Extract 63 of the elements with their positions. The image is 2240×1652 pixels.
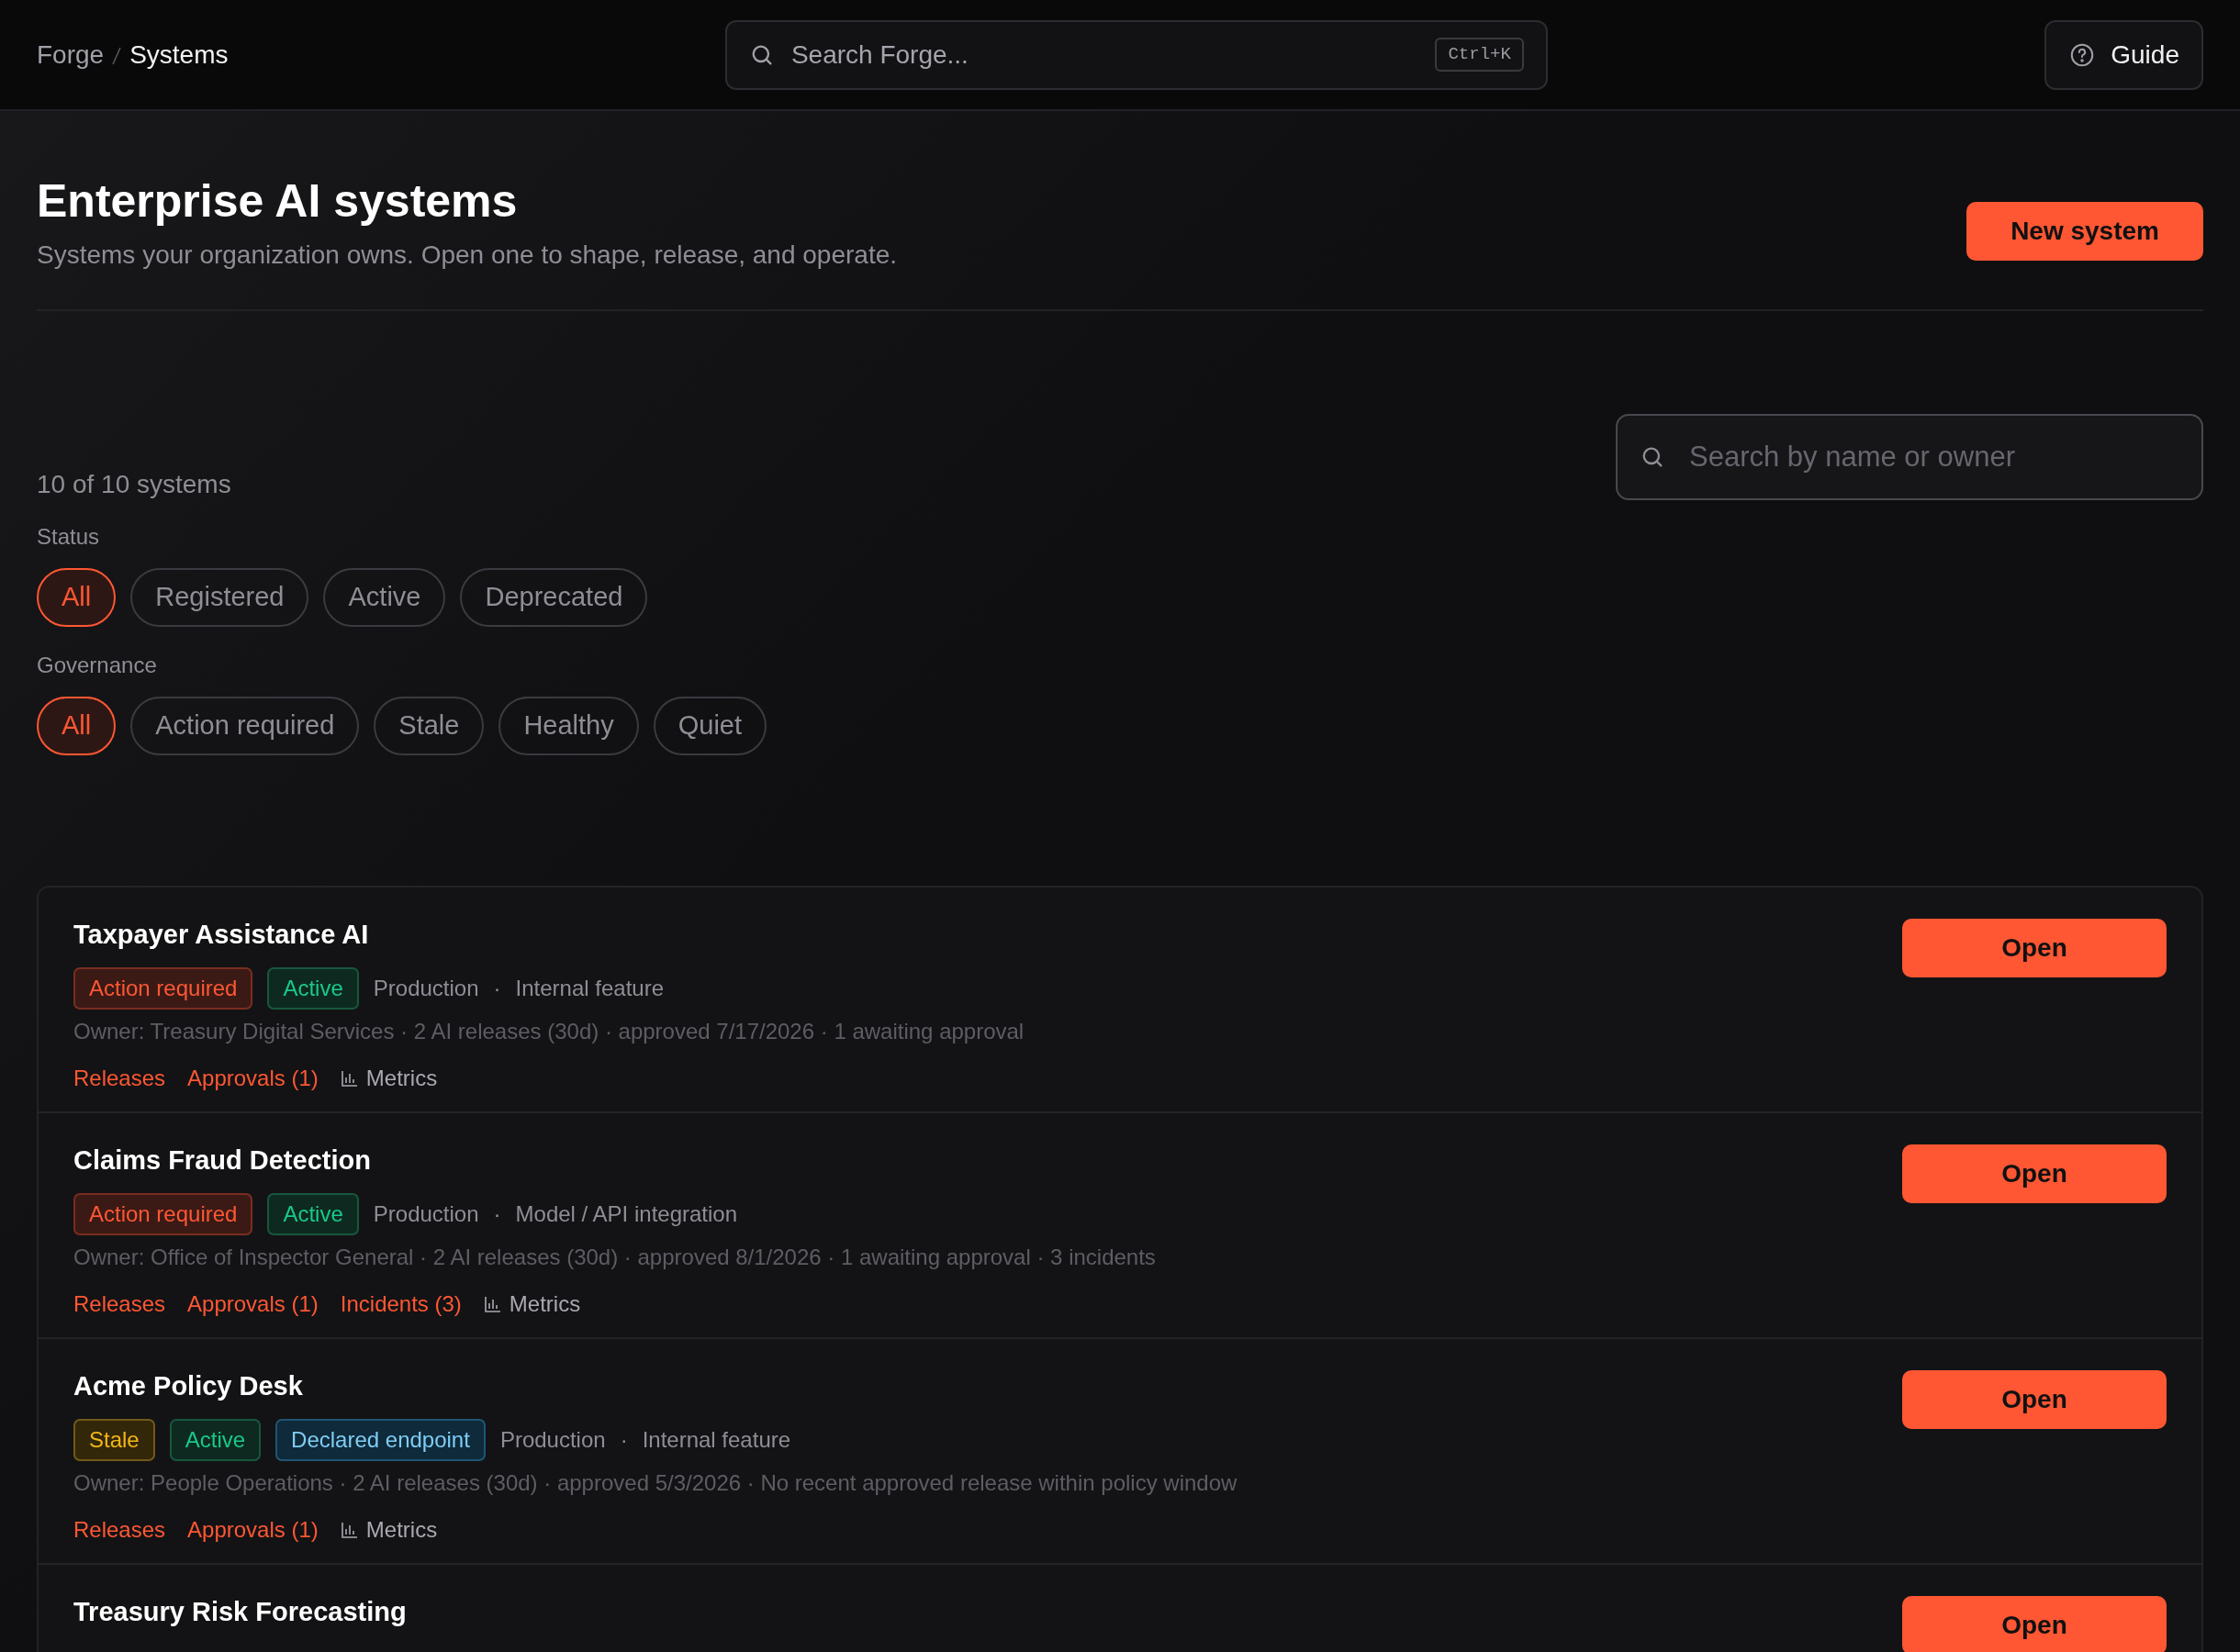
section-link[interactable]: Approvals (1) — [187, 1288, 319, 1321]
search-bar[interactable]: Search Forge... Ctrl+K — [724, 19, 1548, 90]
page-subtitle: Systems your organization owns. Open one to shape, release, and operate. — [37, 240, 897, 271]
section-link[interactable]: Releases — [73, 1513, 166, 1546]
filter-label: Governance — [37, 652, 158, 679]
system-name: Treasury Risk Forecasting — [73, 1596, 407, 1627]
detail-text: Internal feature — [642, 1426, 791, 1454]
metrics-link[interactable]: Metrics — [340, 1513, 438, 1546]
separator-dot: · — [493, 975, 501, 1002]
open-button[interactable]: Open — [1902, 1596, 2167, 1652]
status-tag: Active — [169, 1419, 262, 1461]
status-tag: Active — [267, 967, 359, 1010]
open-button[interactable]: Open — [1902, 919, 2167, 977]
bar-chart-icon — [340, 1521, 359, 1539]
filter-chip[interactable]: Active — [323, 568, 446, 627]
section-link[interactable]: Releases — [73, 1062, 166, 1095]
detail-text: Production — [373, 1200, 479, 1228]
guide-button[interactable]: Guide — [2044, 19, 2203, 90]
status-tag: Stale — [73, 1419, 155, 1461]
separator-dot: · — [620, 1426, 628, 1454]
section-link[interactable]: Incidents (3) — [340, 1288, 462, 1321]
page-title: Enterprise AI systems — [37, 174, 519, 229]
system-meta: Owner: Office of Inspector General · 2 AI releases (30d) · approved 8/1/2026 · 1 awaiting approval · 3 incidents — [73, 1244, 1156, 1271]
detail-text: Production — [373, 975, 479, 1002]
section-link[interactable]: Releases — [73, 1288, 166, 1321]
section-link[interactable]: Approvals (1) — [187, 1513, 319, 1546]
status-tag: Active — [267, 1193, 359, 1235]
system-meta: Owner: Treasury Digital Services · 2 AI releases (30d) · approved 7/17/2026 · 1 awaiting approval — [73, 1018, 1025, 1045]
breadcrumb-link[interactable]: Systems — [129, 35, 229, 74]
search-field[interactable]: Search Forge... — [789, 21, 1421, 88]
status-tag: Declared endpoint — [275, 1419, 486, 1461]
metrics-link[interactable]: Metrics — [483, 1288, 581, 1321]
bar-chart-icon — [340, 1069, 359, 1088]
open-button[interactable]: Open — [1902, 1370, 2167, 1429]
filter-chip[interactable]: All — [37, 697, 117, 755]
system-name: Claims Fraud Detection — [73, 1144, 372, 1176]
separator-dot: · — [493, 1200, 501, 1228]
status-tag: Action required — [73, 967, 253, 1010]
section-link[interactable]: Approvals (1) — [187, 1062, 319, 1095]
system-name: Taxpayer Assistance AI — [73, 919, 370, 950]
filter-label: Status — [37, 523, 101, 551]
filter-chip[interactable]: Stale — [374, 697, 485, 755]
bar-chart-icon — [483, 1295, 502, 1313]
status-tag: Action required — [73, 1193, 253, 1235]
detail-text: Model / API integration — [515, 1200, 738, 1228]
result-count: 10 of 10 systems — [37, 469, 232, 500]
new-system-button[interactable]: New system — [1966, 202, 2203, 261]
search-field[interactable]: Search by name or owner — [1687, 416, 2179, 498]
filter-chip[interactable]: Action required — [130, 697, 360, 755]
filter-chip[interactable]: All — [37, 568, 117, 627]
metrics-link[interactable]: Metrics — [340, 1062, 438, 1095]
search-bar[interactable]: Search by name or owner — [1616, 414, 2203, 500]
breadcrumb-link[interactable]: Forge — [37, 35, 105, 74]
filter-chip[interactable]: Registered — [130, 568, 309, 627]
filter-chip[interactable]: Healthy — [498, 697, 639, 755]
open-button[interactable]: Open — [1902, 1144, 2167, 1203]
shortcut-key: Ctrl+K — [1435, 38, 1524, 72]
detail-text: Internal feature — [515, 975, 664, 1002]
system-meta: Owner: People Operations · 2 AI releases (30d) · approved 5/3/2026 · No recent approved release within policy window — [73, 1469, 1238, 1497]
system-name: Acme Policy Desk — [73, 1370, 304, 1401]
filter-chip[interactable]: Deprecated — [460, 568, 648, 627]
detail-text: Production — [499, 1426, 606, 1454]
filter-chip[interactable]: Quiet — [653, 697, 767, 755]
